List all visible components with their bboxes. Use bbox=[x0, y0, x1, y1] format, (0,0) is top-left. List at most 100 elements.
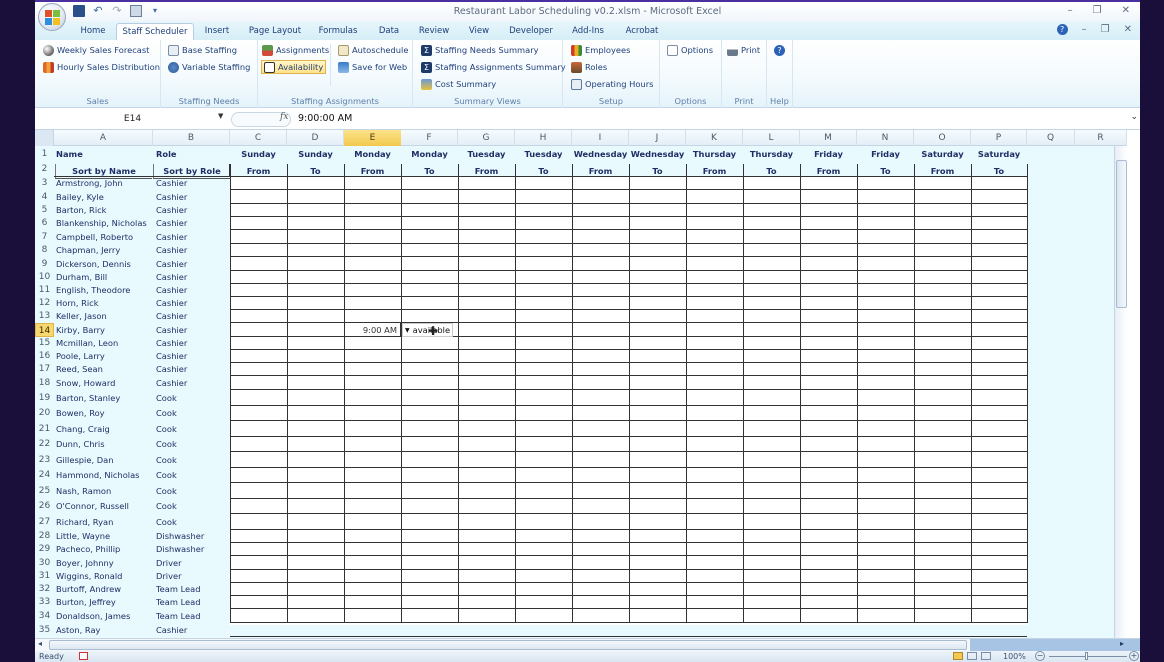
employee-name[interactable]: Barton, Rick bbox=[56, 204, 153, 217]
employee-role[interactable]: Cashier bbox=[156, 623, 230, 637]
tab-view[interactable]: View bbox=[464, 23, 494, 40]
employee-name[interactable]: Boyer, Johnny bbox=[56, 556, 153, 570]
employee-role[interactable]: Cashier bbox=[156, 350, 230, 363]
employee-name[interactable]: Gillespie, Dan bbox=[56, 452, 153, 468]
employee-name[interactable]: Donaldson, James bbox=[56, 609, 153, 623]
employee-name[interactable]: Kirby, Barry bbox=[56, 323, 153, 337]
row-header-11[interactable]: 11 bbox=[35, 284, 54, 297]
employee-role[interactable]: Team Lead bbox=[156, 609, 230, 623]
print-button[interactable]: Print bbox=[727, 43, 760, 57]
row-header-9[interactable]: 9 bbox=[35, 257, 54, 271]
tab-formulas[interactable]: Formulas bbox=[315, 23, 361, 40]
employee-role[interactable]: Cashier bbox=[156, 257, 230, 271]
employee-name[interactable]: Little, Wayne bbox=[56, 530, 153, 543]
row-header-6[interactable]: 6 bbox=[35, 217, 54, 230]
employee-name[interactable]: English, Theodore bbox=[56, 284, 153, 297]
row-header-8[interactable]: 8 bbox=[35, 244, 54, 257]
employee-role[interactable]: Cashier bbox=[156, 217, 230, 230]
employee-role[interactable]: Cashier bbox=[156, 190, 230, 204]
employee-role[interactable]: Team Lead bbox=[156, 583, 230, 596]
help-button[interactable]: ? bbox=[774, 43, 785, 57]
row-header-12[interactable]: 12 bbox=[35, 297, 54, 310]
employee-name[interactable]: Richard, Ryan bbox=[56, 514, 153, 530]
employee-role[interactable]: Cook bbox=[156, 452, 230, 468]
employee-role[interactable]: Cashier bbox=[156, 230, 230, 244]
employee-name[interactable]: Chapman, Jerry bbox=[56, 244, 153, 257]
row-header-32[interactable]: 32 bbox=[35, 583, 54, 596]
tab-page-layout[interactable]: Page Layout bbox=[247, 23, 303, 40]
row-header-5[interactable]: 5 bbox=[35, 204, 54, 217]
tab-add-ins[interactable]: Add-Ins bbox=[568, 23, 608, 40]
horizontal-scrollbar[interactable]: ◂ ▸ bbox=[35, 638, 1140, 652]
employee-name[interactable]: Armstrong, John bbox=[56, 177, 153, 190]
tab-review[interactable]: Review bbox=[416, 23, 452, 40]
employee-role[interactable]: Cashier bbox=[156, 271, 230, 284]
row-header-15[interactable]: 15 bbox=[35, 337, 54, 350]
insert-function-button[interactable]: fx bbox=[280, 112, 288, 122]
tab-acrobat[interactable]: Acrobat bbox=[620, 23, 664, 40]
employee-role[interactable]: Cook bbox=[156, 421, 230, 437]
column-header-g[interactable]: G bbox=[458, 130, 515, 146]
row-header-2[interactable]: 2 bbox=[35, 162, 54, 176]
employee-name[interactable]: Bowen, Roy bbox=[56, 406, 153, 421]
employee-name[interactable]: Aston, Ray bbox=[56, 623, 153, 637]
tab-staff-scheduler[interactable]: Staff Scheduler bbox=[116, 23, 194, 40]
row-header-34[interactable]: 34 bbox=[35, 609, 54, 623]
employee-role[interactable]: Driver bbox=[156, 570, 230, 583]
row-header-13[interactable]: 13 bbox=[35, 310, 54, 323]
employee-name[interactable]: Snow, Howard bbox=[56, 376, 153, 390]
employee-name[interactable]: Campbell, Roberto bbox=[56, 230, 153, 244]
column-header-a[interactable]: A bbox=[54, 130, 153, 146]
page-break-view-icon[interactable] bbox=[981, 652, 991, 660]
employee-role[interactable]: Driver bbox=[156, 556, 230, 570]
tab-developer[interactable]: Developer bbox=[506, 23, 556, 40]
roles-button[interactable]: Roles bbox=[571, 60, 607, 74]
restore-workbook-icon[interactable]: ❐ bbox=[1101, 24, 1110, 35]
assignments-button[interactable]: Assignments bbox=[262, 43, 329, 57]
employee-name[interactable]: Nash, Ramon bbox=[56, 483, 153, 499]
employee-role[interactable]: Cashier bbox=[156, 177, 230, 190]
scroll-left-icon[interactable]: ◂ bbox=[38, 639, 42, 648]
employee-name[interactable]: O'Connor, Russell bbox=[56, 499, 153, 514]
employee-name[interactable]: Burton, Jeffrey bbox=[56, 596, 153, 609]
column-header-o[interactable]: O bbox=[914, 130, 971, 146]
zoom-slider[interactable] bbox=[1049, 656, 1127, 657]
column-header-h[interactable]: H bbox=[515, 130, 572, 146]
employee-role[interactable]: Cook bbox=[156, 468, 230, 483]
employee-role[interactable]: Cashier bbox=[156, 363, 230, 376]
variable-staffing-button[interactable]: Variable Staffing bbox=[168, 60, 250, 74]
scroll-right-icon[interactable]: ▸ bbox=[1120, 639, 1124, 648]
weekly-sales-forecast-button[interactable]: Weekly Sales Forecast bbox=[43, 43, 149, 57]
employee-role[interactable]: Cook bbox=[156, 499, 230, 514]
row-header-20[interactable]: 20 bbox=[35, 406, 54, 421]
column-header-p[interactable]: P bbox=[971, 130, 1027, 146]
employee-name[interactable]: Poole, Larry bbox=[56, 350, 153, 363]
column-header-j[interactable]: J bbox=[629, 130, 686, 146]
tab-data[interactable]: Data bbox=[373, 23, 405, 40]
employee-name[interactable]: Hammond, Nicholas bbox=[56, 468, 153, 483]
row-header-19[interactable]: 19 bbox=[35, 390, 54, 406]
column-header-q[interactable]: Q bbox=[1027, 130, 1075, 146]
row-header-7[interactable]: 7 bbox=[35, 230, 54, 244]
cost-summary-button[interactable]: Cost Summary bbox=[421, 77, 496, 91]
employee-role[interactable]: Cashier bbox=[156, 337, 230, 350]
row-header-1[interactable]: 1 bbox=[35, 146, 54, 162]
column-header-e[interactable]: E bbox=[344, 130, 401, 146]
employee-name[interactable]: Mcmillan, Leon bbox=[56, 337, 153, 350]
zoom-level[interactable]: 100% bbox=[1003, 652, 1026, 661]
employee-role[interactable]: Cook bbox=[156, 483, 230, 499]
restore-icon[interactable]: ❐ bbox=[1093, 5, 1102, 16]
employee-name[interactable]: Bailey, Kyle bbox=[56, 190, 153, 204]
name-box[interactable]: E14 bbox=[35, 111, 230, 127]
row-header-4[interactable]: 4 bbox=[35, 190, 54, 204]
employee-name[interactable]: Blankenship, Nicholas bbox=[56, 217, 153, 230]
active-cell-e14[interactable]: 9:00 AM bbox=[344, 322, 401, 337]
macro-record-icon[interactable] bbox=[79, 652, 88, 660]
employee-name[interactable]: Burtoff, Andrew bbox=[56, 583, 153, 596]
employee-role[interactable]: Cashier bbox=[156, 244, 230, 257]
row-header-22[interactable]: 22 bbox=[35, 437, 54, 452]
row-header-29[interactable]: 29 bbox=[35, 543, 54, 556]
employee-name[interactable]: Keller, Jason bbox=[56, 310, 153, 323]
employee-role[interactable]: Cashier bbox=[156, 284, 230, 297]
select-all-button[interactable] bbox=[35, 130, 54, 146]
